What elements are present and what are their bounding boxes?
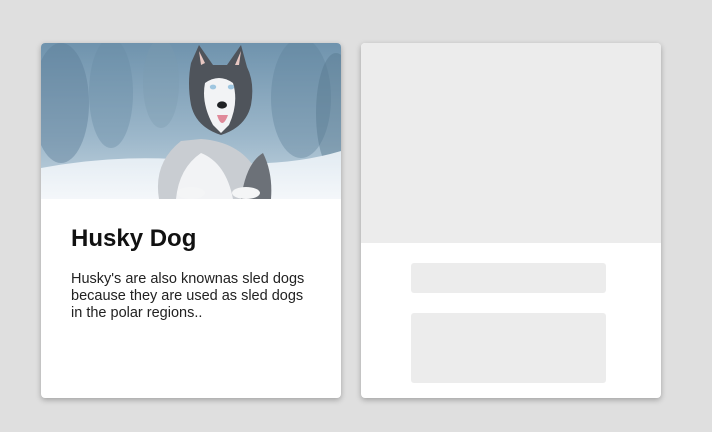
husky-dog-image (41, 43, 341, 199)
skeleton-image-placeholder (361, 43, 661, 243)
card-description: Husky's are also knownas sled dogs becau… (71, 271, 305, 321)
skeleton-card (361, 43, 661, 398)
skeleton-text-placeholder (411, 313, 606, 383)
skeleton-title-placeholder (411, 263, 606, 293)
card-title: Husky Dog (71, 225, 197, 252)
husky-card: Husky Dog Husky's are also knownas sled … (41, 43, 341, 398)
